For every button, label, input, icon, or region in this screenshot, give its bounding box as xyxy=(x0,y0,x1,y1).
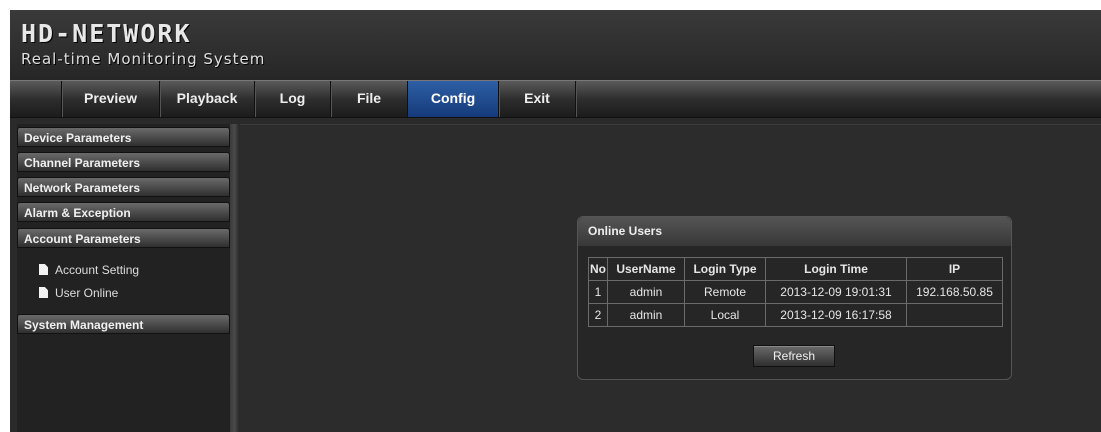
app-window: HD-NETWORK Real-time Monitoring System P… xyxy=(10,10,1101,432)
document-icon xyxy=(39,287,48,298)
nav-log[interactable]: Log xyxy=(255,81,331,117)
main-nav: Preview Playback Log File Config Exit xyxy=(10,80,1101,118)
nav-config[interactable]: Config xyxy=(408,81,499,117)
sidebar-subitem-user-online[interactable]: User Online xyxy=(39,284,118,302)
nav-playback[interactable]: Playback xyxy=(160,81,255,117)
app-subtitle: Real-time Monitoring System xyxy=(21,50,266,68)
nav-file[interactable]: File xyxy=(331,81,408,117)
table-row[interactable]: 2 admin Local 2013-12-09 16:17:58 xyxy=(588,303,1003,327)
panel-title: Online Users xyxy=(578,217,1011,246)
sidebar-item-system-management[interactable]: System Management xyxy=(17,314,230,334)
sidebar-subitem-account-setting[interactable]: Account Setting xyxy=(39,261,139,279)
table-cell: admin xyxy=(607,280,685,304)
nav-spacer xyxy=(10,81,62,117)
sidebar-subitem-label: User Online xyxy=(55,286,119,300)
table-header-row: No UserName Login Type Login Time IP xyxy=(588,257,1003,281)
sidebar: Device Parameters Channel Parameters Net… xyxy=(17,124,230,432)
table-cell: Local xyxy=(684,303,766,327)
table-cell: 1 xyxy=(588,280,608,304)
sidebar-item-network-parameters[interactable]: Network Parameters xyxy=(17,177,230,197)
logo: HD-NETWORK xyxy=(21,19,192,48)
document-icon xyxy=(39,264,48,275)
sidebar-item-alarm-exception[interactable]: Alarm & Exception xyxy=(17,202,230,222)
table-cell: 2013-12-09 16:17:58 xyxy=(765,303,907,327)
refresh-button[interactable]: Refresh xyxy=(753,345,835,367)
table-cell: Remote xyxy=(684,280,766,304)
table-row[interactable]: 1 admin Remote 2013-12-09 19:01:31 192.1… xyxy=(588,280,1003,304)
column-header: Login Type xyxy=(684,257,766,281)
table-cell xyxy=(906,303,1003,327)
table-cell: 2 xyxy=(588,303,608,327)
table-cell: 2013-12-09 19:01:31 xyxy=(765,280,907,304)
nav-preview[interactable]: Preview xyxy=(62,81,160,117)
nav-exit[interactable]: Exit xyxy=(499,81,576,117)
column-header: IP xyxy=(906,257,1003,281)
table-cell: admin xyxy=(607,303,685,327)
online-users-table: No UserName Login Type Login Time IP 1 a… xyxy=(588,257,1003,327)
table-cell: 192.168.50.85 xyxy=(906,280,1003,304)
sidebar-item-channel-parameters[interactable]: Channel Parameters xyxy=(17,152,230,172)
sidebar-item-device-parameters[interactable]: Device Parameters xyxy=(17,127,230,147)
column-header: UserName xyxy=(607,257,685,281)
sidebar-divider[interactable] xyxy=(230,124,239,432)
column-header: No xyxy=(588,257,608,281)
online-users-panel: Online Users No UserName Login Type Logi… xyxy=(577,216,1012,380)
sidebar-subitem-label: Account Setting xyxy=(55,263,140,277)
sidebar-item-account-parameters[interactable]: Account Parameters xyxy=(17,228,230,248)
header: HD-NETWORK Real-time Monitoring System xyxy=(10,10,1101,80)
column-header: Login Time xyxy=(765,257,907,281)
